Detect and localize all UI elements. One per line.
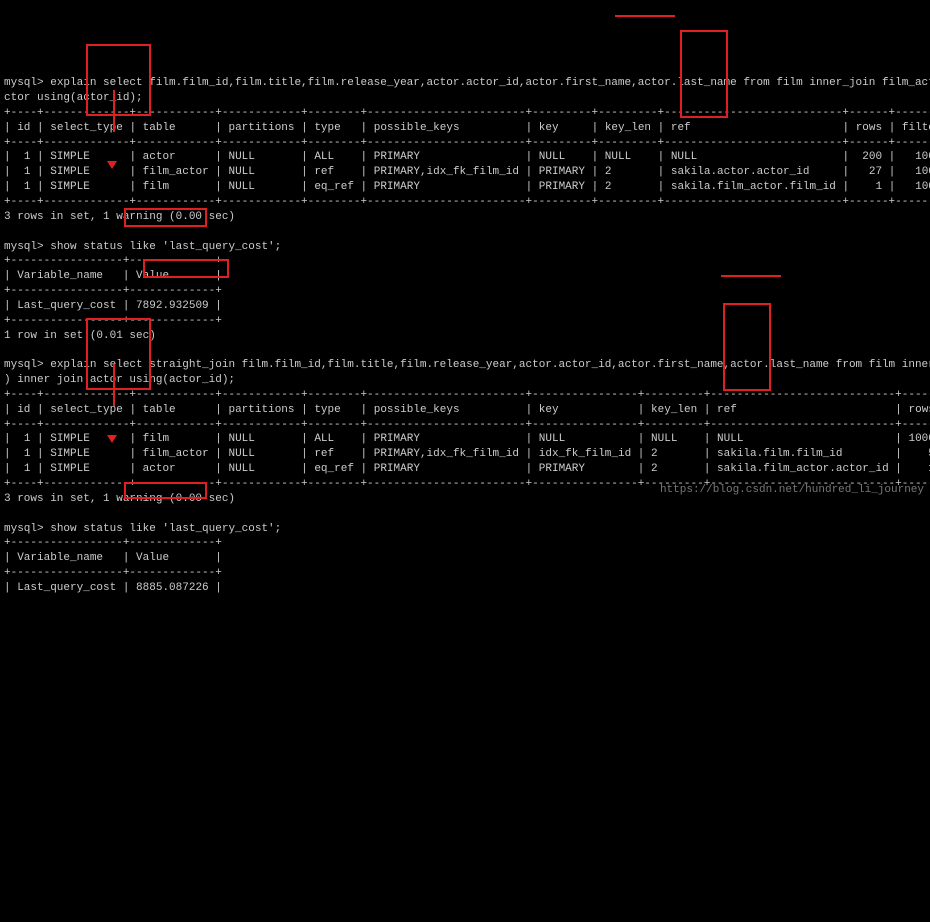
cost2-border-mid: +-----------------+-------------+ — [4, 567, 222, 579]
q1-row-2: | 1 | SIMPLE | film | NULL | eq_ref | PR… — [4, 181, 930, 193]
q1-footer: 3 rows in set, 1 warning (0.00 sec) — [4, 211, 235, 223]
q3-footer: 3 rows in set, 1 warning (0.00 sec) — [4, 493, 235, 505]
q2-row-0: | Last_query_cost | 7892.932509 | — [4, 300, 222, 312]
table-border-bot: +----+-------------+------------+-------… — [4, 196, 930, 208]
q3-cmd-line1: explain select straight_join film.film_i… — [50, 359, 930, 371]
cost-border-mid: +-----------------+-------------+ — [4, 285, 222, 297]
mysql-prompt: mysql> — [4, 523, 44, 535]
table2-border-mid: +----+-------------+------------+-------… — [4, 419, 930, 431]
q4-row-0: | Last_query_cost | 8885.087226 | — [4, 582, 222, 594]
q2-cmd: show status like 'last_query_cost'; — [50, 241, 281, 253]
q2-footer: 1 row in set (0.01 sec) — [4, 330, 156, 342]
terminal-output: mysql> explain select film.film_id,film.… — [4, 61, 926, 595]
q3-cmd-line2: ) inner join actor using(actor_id); — [4, 374, 235, 386]
q4-header-row: | Variable_name | Value | — [4, 552, 222, 564]
q3-header-row: | id | select_type | table | partitions … — [4, 404, 930, 416]
q1-cmd-line2: ctor using(actor_id); — [4, 92, 143, 104]
cost-border-top: +-----------------+-------------+ — [4, 255, 222, 267]
q1-row-1: | 1 | SIMPLE | film_actor | NULL | ref |… — [4, 166, 930, 178]
table2-border-top: +----+-------------+------------+-------… — [4, 389, 930, 401]
q2-header-row: | Variable_name | Value | — [4, 270, 222, 282]
q4-cmd: show status like 'last_query_cost'; — [50, 523, 281, 535]
mysql-prompt: mysql> — [4, 359, 44, 371]
table-border-top: +----+-------------+------------+-------… — [4, 107, 930, 119]
q1-cmd-line1: explain select film.film_id,film.title,f… — [50, 77, 930, 89]
watermark: https://blog.csdn.net/hundred_li_journey — [660, 483, 924, 498]
cost-border-bot: +-----------------+-------------+ — [4, 315, 222, 327]
mysql-prompt: mysql> — [4, 241, 44, 253]
cost2-border-top: +-----------------+-------------+ — [4, 537, 222, 549]
underline-inner-join-q1 — [615, 15, 675, 17]
q3-row-2: | 1 | SIMPLE | actor | NULL | eq_ref | P… — [4, 463, 930, 475]
q3-row-0: | 1 | SIMPLE | film | NULL | ALL | PRIMA… — [4, 433, 930, 445]
q1-row-0: | 1 | SIMPLE | actor | NULL | ALL | PRIM… — [4, 151, 930, 163]
q1-header-row: | id | select_type | table | partitions … — [4, 122, 930, 134]
q3-row-1: | 1 | SIMPLE | film_actor | NULL | ref |… — [4, 448, 930, 460]
mysql-prompt: mysql> — [4, 77, 44, 89]
table-border-mid: +----+-------------+------------+-------… — [4, 137, 930, 149]
